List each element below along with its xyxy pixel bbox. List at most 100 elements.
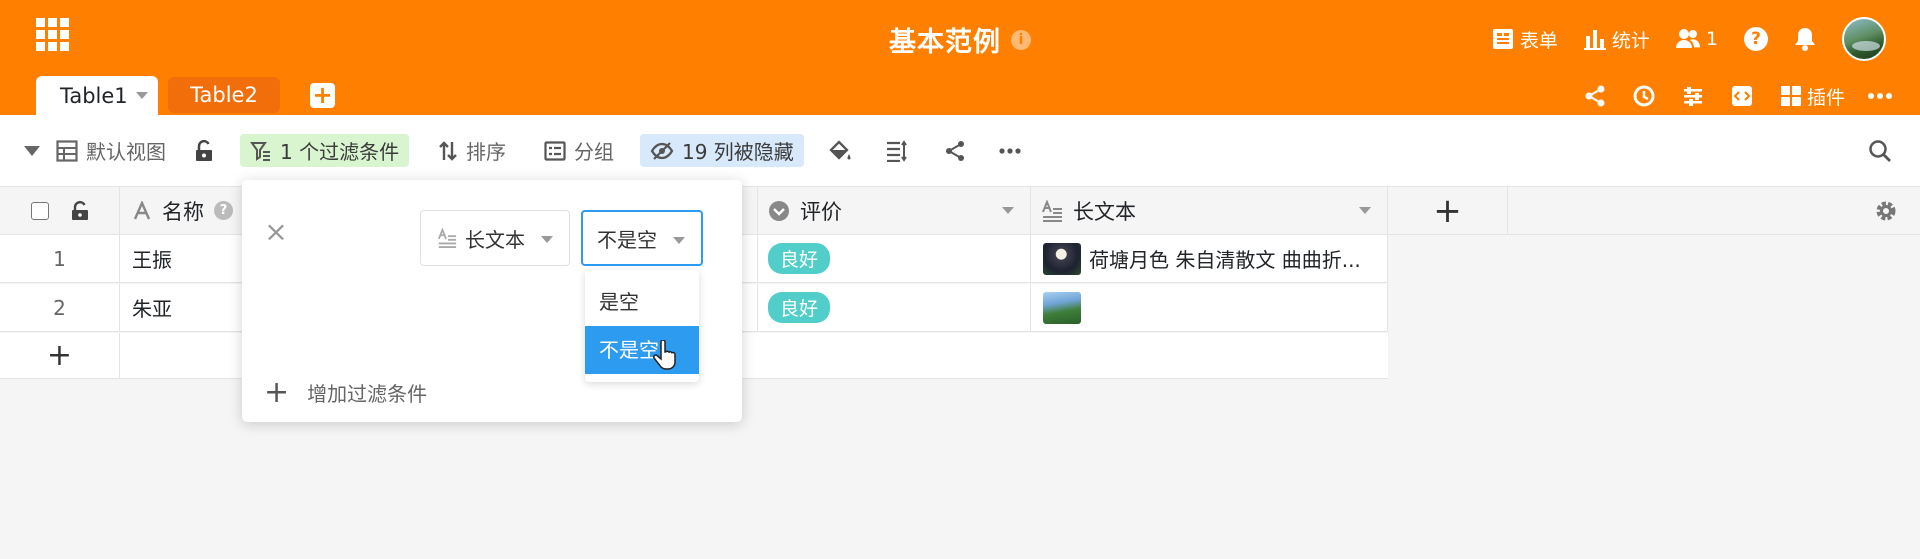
help-icon[interactable]: ? xyxy=(214,201,233,220)
remove-filter-close-icon[interactable]: × xyxy=(264,218,288,246)
share-view-button[interactable] xyxy=(944,134,974,167)
avatar[interactable] xyxy=(1842,17,1886,61)
sort-icon xyxy=(439,140,457,161)
lock-view-button[interactable] xyxy=(194,134,222,167)
cell-rating[interactable]: 良好 xyxy=(758,284,1031,331)
apps-grid-icon[interactable] xyxy=(36,18,70,52)
more-button[interactable] xyxy=(1867,92,1898,100)
chevron-down-icon[interactable] xyxy=(135,92,148,99)
group-label: 分组 xyxy=(574,140,614,164)
view-name: 默认视图 xyxy=(86,140,166,164)
collaborators-count: 1 xyxy=(1705,28,1718,50)
plus-icon: + xyxy=(264,374,290,410)
rating-tag: 良好 xyxy=(768,243,831,274)
filter-column-value: 长文本 xyxy=(465,227,525,252)
plugins-icon xyxy=(1780,86,1801,106)
group-button[interactable]: 分组 xyxy=(544,134,614,167)
chevron-down-icon[interactable] xyxy=(1002,207,1014,214)
column-name-label: 名称 xyxy=(162,199,204,224)
stats-button[interactable]: 统计 xyxy=(1583,26,1650,53)
header-actions: 表单 统计 1 ? xyxy=(1492,16,1920,62)
option-is-not-empty-label: 不是空 xyxy=(599,338,659,362)
longtext-value: 荷塘月色 朱自清散文 曲曲折... xyxy=(1089,248,1361,272)
search-icon xyxy=(1869,139,1891,162)
app-header: 基本范例 i 表单 统计 1 ? Table1 Table2 + 插件 xyxy=(0,0,1920,115)
paint-bucket-icon xyxy=(829,139,851,160)
filter-button[interactable]: 1 个过滤条件 xyxy=(240,134,410,167)
cell-rating[interactable]: 良好 xyxy=(758,235,1031,282)
single-select-icon xyxy=(769,200,789,221)
bell-icon xyxy=(1795,28,1815,51)
add-filter-button[interactable]: + 增加过滤条件 xyxy=(264,374,428,410)
column-header-rating[interactable]: 评价 xyxy=(758,187,1031,234)
table-view-icon xyxy=(56,139,78,162)
text-field-icon xyxy=(133,200,151,219)
hidden-columns-label: 19 列被隐藏 xyxy=(682,140,794,164)
filter-icon xyxy=(250,141,270,161)
tab-table2[interactable]: Table2 xyxy=(168,77,280,113)
unlock-icon[interactable] xyxy=(71,200,89,221)
rating-tag: 良好 xyxy=(768,292,831,323)
add-row-button[interactable]: + xyxy=(0,333,120,378)
sort-button[interactable]: 排序 xyxy=(438,134,506,167)
more-icon xyxy=(999,147,1021,154)
condition-dropdown-menu: 是空 不是空 xyxy=(585,270,699,382)
view-selector[interactable]: 默认视图 xyxy=(24,134,166,167)
base-title[interactable]: 基本范例 xyxy=(889,27,1001,58)
column-rating-label: 评价 xyxy=(800,199,842,224)
form-button[interactable]: 表单 xyxy=(1492,26,1558,53)
script-button[interactable] xyxy=(1731,85,1758,107)
row-height-button[interactable] xyxy=(886,134,916,167)
notifications-button[interactable] xyxy=(1794,27,1816,51)
image-thumbnail xyxy=(1043,242,1081,275)
column-header-longtext[interactable]: 长文本 xyxy=(1031,187,1388,234)
more-icon xyxy=(1868,93,1892,99)
select-all-cell xyxy=(0,187,120,234)
share-icon xyxy=(946,140,964,161)
add-table-button[interactable]: + xyxy=(310,83,335,108)
option-is-empty[interactable]: 是空 xyxy=(585,278,699,326)
cell-longtext[interactable] xyxy=(1031,284,1388,331)
eye-off-icon xyxy=(650,141,674,160)
row-index: 2 xyxy=(0,284,120,331)
more-view-options-button[interactable] xyxy=(998,134,1030,167)
tab-table2-label: Table2 xyxy=(190,83,258,107)
column-longtext-label: 长文本 xyxy=(1073,199,1136,224)
row-index: 1 xyxy=(0,235,120,282)
filter-column-select[interactable]: 长文本 xyxy=(420,210,570,266)
form-icon xyxy=(1492,29,1513,49)
long-text-icon xyxy=(437,228,457,248)
unlock-icon xyxy=(196,139,212,161)
gear-icon[interactable] xyxy=(1874,199,1898,227)
add-column-button[interactable]: + xyxy=(1388,187,1508,234)
collaborators-button[interactable]: 1 xyxy=(1675,28,1718,50)
filter-condition-select[interactable]: 不是空 xyxy=(581,210,703,266)
share-button[interactable] xyxy=(1584,85,1611,107)
code-icon xyxy=(1731,86,1752,106)
search-button[interactable] xyxy=(1868,134,1900,167)
hand-pointer-icon xyxy=(653,340,676,370)
plugins-label: 插件 xyxy=(1806,86,1845,109)
chevron-down-icon[interactable] xyxy=(1359,207,1371,214)
row-color-button[interactable] xyxy=(828,134,860,167)
settings-sliders-button[interactable] xyxy=(1682,85,1709,107)
sort-label: 排序 xyxy=(466,140,506,164)
help-button[interactable]: ? xyxy=(1744,27,1768,51)
history-button[interactable] xyxy=(1633,85,1660,107)
users-icon xyxy=(1675,29,1700,48)
hidden-columns-button[interactable]: 19 列被隐藏 xyxy=(640,134,804,167)
info-icon[interactable]: i xyxy=(1011,29,1031,50)
tab-table1[interactable]: Table1 xyxy=(36,76,158,115)
history-icon xyxy=(1633,85,1655,107)
group-icon xyxy=(544,140,566,161)
chevron-down-icon xyxy=(673,237,685,244)
share-icon xyxy=(1585,85,1605,107)
select-all-checkbox[interactable] xyxy=(30,201,49,220)
tab-table1-label: Table1 xyxy=(60,83,128,108)
cell-longtext[interactable]: 荷塘月色 朱自清散文 曲曲折... xyxy=(1031,235,1388,282)
sliders-icon xyxy=(1683,87,1702,106)
add-filter-label: 增加过滤条件 xyxy=(307,382,428,406)
plugins-button[interactable]: 插件 xyxy=(1780,83,1845,110)
stats-label: 统计 xyxy=(1611,29,1650,52)
option-is-not-empty[interactable]: 不是空 xyxy=(585,326,699,374)
